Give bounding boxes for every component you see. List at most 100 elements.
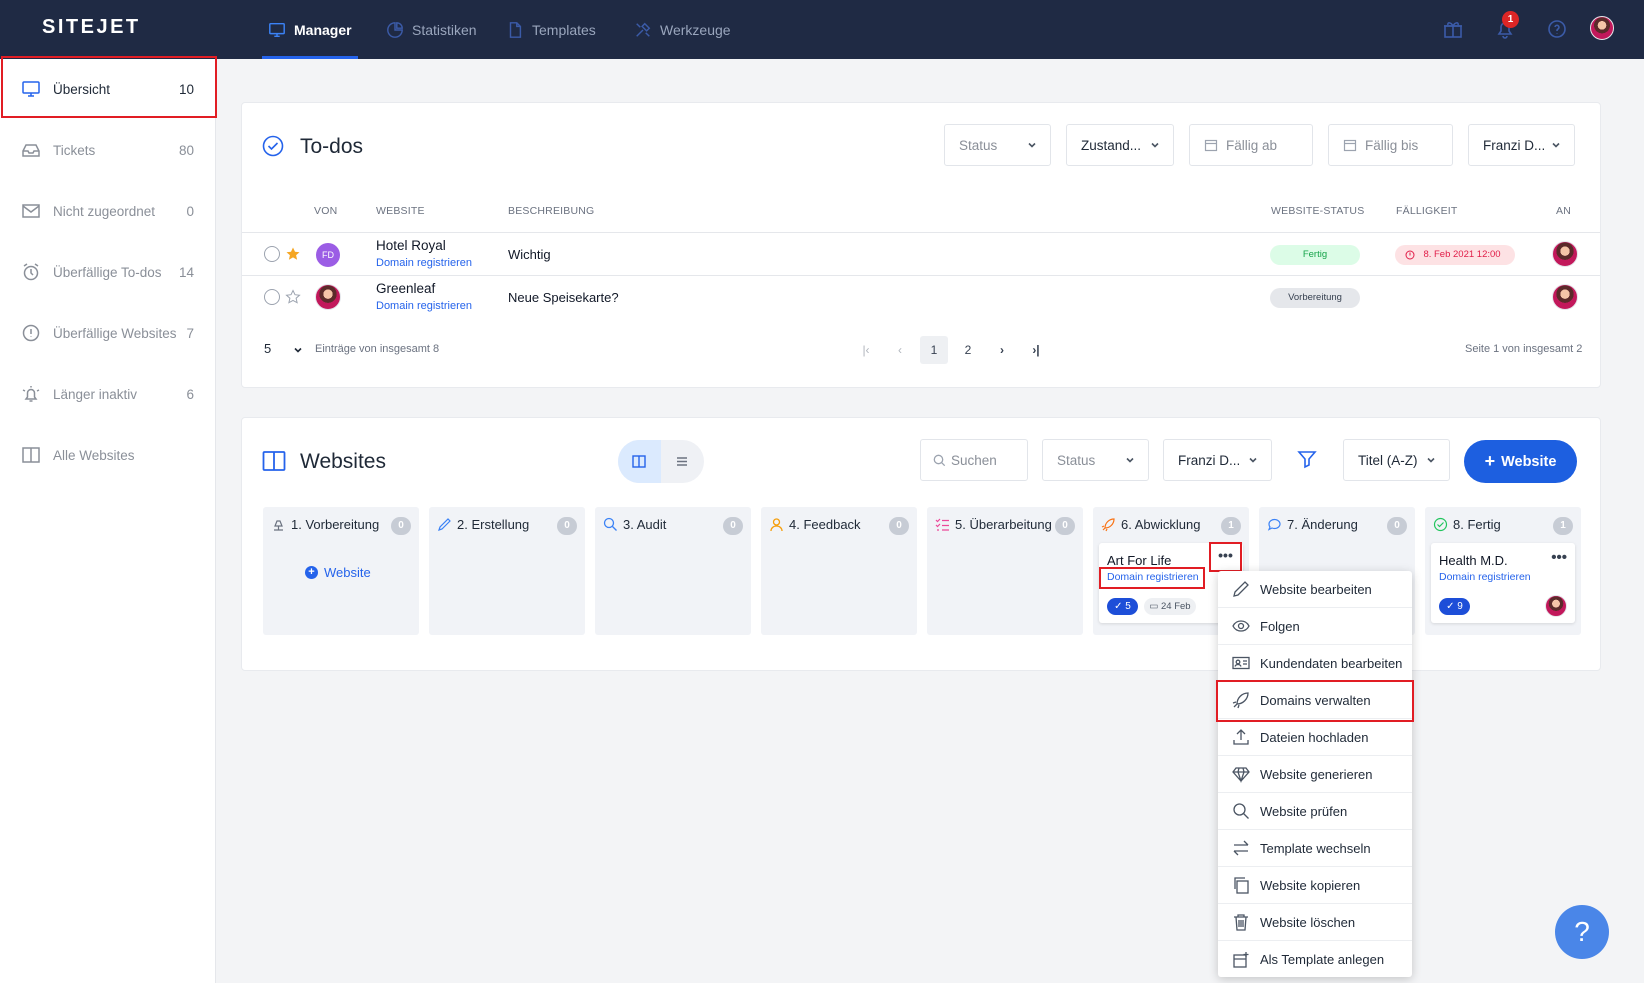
menu-item-template-wechseln[interactable]: Template wechseln: [1218, 830, 1412, 867]
entries-info: Einträge von insgesamt 8: [315, 343, 440, 355]
menu-item-website-loeschen[interactable]: Website löschen: [1218, 904, 1412, 941]
inbox-icon: [22, 144, 40, 157]
alarm-clock-icon: [23, 263, 39, 281]
todos-zustand-filter[interactable]: Zustand...: [1066, 124, 1174, 166]
nav-werkzeuge[interactable]: Werkzeuge: [634, 0, 731, 59]
col-header-beschreibung: BESCHREIBUNG: [508, 205, 595, 217]
sidebar-item-tickets[interactable]: Tickets 80: [0, 120, 216, 180]
mail-icon: [22, 204, 40, 218]
swap-arrows-icon: [1233, 840, 1249, 856]
more-options-icon[interactable]: •••: [1212, 544, 1239, 568]
tools-icon: [636, 22, 651, 37]
pencil-icon: [438, 518, 451, 531]
help-circle-icon[interactable]: [1546, 18, 1568, 40]
chevron-down-icon: [1126, 457, 1134, 463]
todo-description[interactable]: Wichtig: [508, 247, 551, 262]
todos-user-filter[interactable]: Franzi D...: [1468, 124, 1575, 166]
menu-item-website-generieren[interactable]: Website generieren: [1218, 756, 1412, 793]
todos-status-filter[interactable]: Status: [944, 124, 1051, 166]
todo-website-name[interactable]: Hotel Royal: [376, 238, 446, 253]
nav-statistiken[interactable]: Statistiken: [386, 0, 477, 59]
add-website-link[interactable]: + Website: [305, 565, 371, 580]
next-page-button[interactable]: ›: [988, 336, 1016, 364]
menu-item-dateien-hochladen[interactable]: Dateien hochladen: [1218, 719, 1412, 756]
chevron-down-icon: [1427, 457, 1435, 463]
divider: [242, 275, 1600, 276]
sidebar-item-alle-websites[interactable]: Alle Websites: [0, 425, 216, 485]
todo-description[interactable]: Neue Speisekarte?: [508, 290, 619, 305]
menu-item-domains-verwalten[interactable]: Domains verwalten: [1218, 682, 1412, 719]
sidebar-item-laenger-inaktiv[interactable]: Länger inaktiv 6: [0, 364, 216, 424]
website-sort-select[interactable]: Titel (A-Z): [1343, 439, 1450, 481]
gift-icon[interactable]: [1442, 18, 1464, 40]
website-card-health-md[interactable]: Health M.D. ••• Domain registrieren ✓ 9: [1431, 543, 1575, 623]
calendar-icon: ▭: [1149, 601, 1159, 612]
menu-item-kundendaten-bearbeiten[interactable]: Kundendaten bearbeiten: [1218, 645, 1412, 682]
star-filled-icon[interactable]: [285, 246, 301, 262]
file-icon: [509, 21, 522, 38]
website-user-filter[interactable]: Franzi D...: [1163, 439, 1272, 481]
per-page-select[interactable]: 5: [264, 341, 271, 356]
list-view-button[interactable]: [661, 440, 704, 483]
column-count: 0: [1387, 517, 1407, 535]
menu-item-folgen[interactable]: Folgen: [1218, 608, 1412, 645]
due-date-badge: 8. Feb 2021 12:00: [1395, 245, 1515, 265]
col-header-website-status: WEBSITE-STATUS: [1271, 205, 1365, 217]
menu-item-als-template-anlegen[interactable]: Als Template anlegen: [1218, 941, 1412, 978]
diamond-icon: [1232, 767, 1250, 783]
first-page-button[interactable]: |‹: [852, 336, 880, 364]
website-card-title: Art For Life: [1107, 553, 1172, 568]
page-1-button[interactable]: 1: [920, 336, 948, 364]
menu-item-website-bearbeiten[interactable]: Website bearbeiten: [1218, 571, 1412, 608]
todo-website-name[interactable]: Greenleaf: [376, 281, 435, 296]
top-navigation-bar: SITEJET Manager Statistiken Templates We…: [0, 0, 1644, 59]
filter-icon[interactable]: [1297, 449, 1317, 469]
kanban-column-audit: 3. Audit 0: [595, 507, 751, 635]
page-2-button[interactable]: 2: [954, 336, 982, 364]
pencil-icon: [1233, 581, 1249, 597]
board-view-button[interactable]: [618, 440, 661, 483]
website-search-input[interactable]: Suchen: [920, 439, 1028, 481]
trash-icon: [1234, 914, 1248, 931]
star-outline-icon[interactable]: [285, 289, 301, 305]
sidebar-item-uebersicht[interactable]: Übersicht 10: [0, 59, 216, 119]
todo-complete-radio[interactable]: [264, 289, 280, 305]
domain-registrieren-link[interactable]: Domain registrieren: [1107, 571, 1199, 583]
todos-faellig-bis-filter[interactable]: Fällig bis: [1328, 124, 1453, 166]
list-icon: [677, 457, 687, 466]
menu-item-website-kopieren[interactable]: Website kopieren: [1218, 867, 1412, 904]
kanban-column-ueberarbeitung: 5. Überarbeitung 0: [927, 507, 1083, 635]
website-status-filter[interactable]: Status: [1042, 439, 1149, 481]
column-count: 0: [889, 517, 909, 535]
sitejet-logo[interactable]: SITEJET: [42, 16, 141, 39]
domain-registrieren-link[interactable]: Domain registrieren: [1439, 571, 1531, 583]
add-website-button[interactable]: + Website: [1464, 440, 1577, 483]
todos-faellig-ab-filter[interactable]: Fällig ab: [1189, 124, 1313, 166]
chevron-down-icon: [1151, 142, 1159, 148]
menu-item-website-pruefen[interactable]: Website prüfen: [1218, 793, 1412, 830]
prev-page-button[interactable]: ‹: [886, 336, 914, 364]
nav-templates[interactable]: Templates: [506, 0, 596, 59]
todo-complete-radio[interactable]: [264, 246, 280, 262]
more-options-icon[interactable]: •••: [1551, 549, 1567, 566]
checklist-icon: [935, 518, 949, 531]
user-avatar[interactable]: [1590, 16, 1614, 40]
domain-registrieren-link[interactable]: Domain registrieren: [376, 300, 472, 312]
page-info: Seite 1 von insgesamt 2: [1465, 343, 1583, 355]
website-card-title: Health M.D.: [1439, 553, 1508, 568]
last-page-button[interactable]: ›|: [1022, 336, 1050, 364]
chevron-down-icon[interactable]: [292, 344, 304, 356]
assignee-avatar: [1545, 595, 1567, 617]
help-button[interactable]: ?: [1555, 905, 1609, 959]
plus-icon: +: [1484, 451, 1496, 471]
nav-manager[interactable]: Manager: [262, 0, 358, 59]
website-context-menu: Website bearbeiten Folgen Kundendaten be…: [1218, 571, 1412, 977]
column-count: 1: [1553, 517, 1573, 535]
sidebar-item-ueberfaellige-todos[interactable]: Überfällige To-dos 14: [0, 242, 216, 302]
todo-count-badge: ✓ 9: [1439, 598, 1470, 615]
kanban-column-fertig: 8. Fertig 1 Health M.D. ••• Domain regis…: [1425, 507, 1581, 635]
domain-registrieren-link[interactable]: Domain registrieren: [376, 257, 472, 269]
sidebar-item-nicht-zugeordnet[interactable]: Nicht zugeordnet 0: [0, 181, 216, 241]
chevron-down-icon: [1249, 457, 1257, 463]
sidebar-item-ueberfaellige-websites[interactable]: Überfällige Websites 7: [0, 303, 216, 363]
